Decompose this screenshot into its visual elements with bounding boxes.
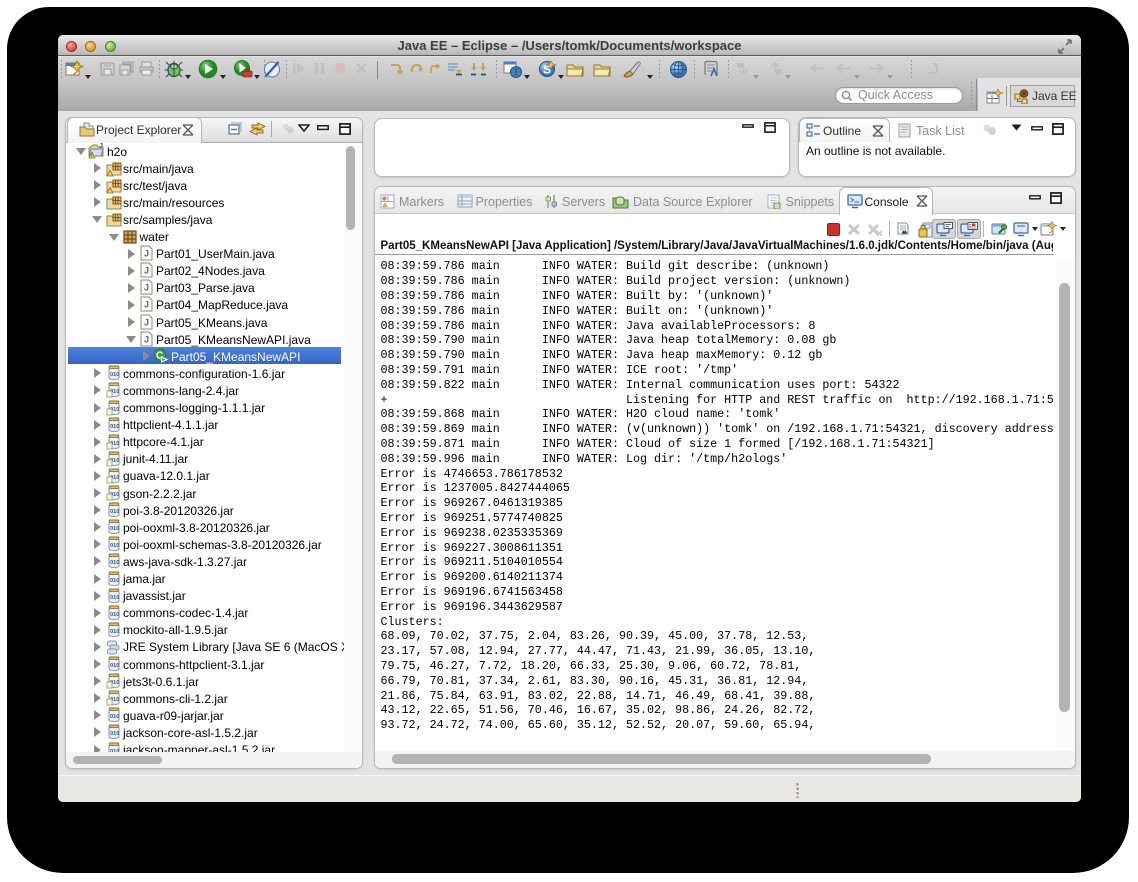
svg-text:010: 010 xyxy=(110,731,119,737)
svg-text:010: 010 xyxy=(110,595,119,601)
svg-text:J: J xyxy=(144,249,149,259)
svg-text:010: 010 xyxy=(110,372,119,378)
svg-text:J: J xyxy=(144,334,149,344)
svg-text:J: J xyxy=(144,283,149,293)
svg-text:J: J xyxy=(144,266,149,276)
svg-text:010: 010 xyxy=(110,526,119,532)
svg-text:010: 010 xyxy=(110,714,119,720)
svg-text:010: 010 xyxy=(110,578,119,584)
svg-text:010: 010 xyxy=(110,663,119,669)
svg-text:J: J xyxy=(144,317,149,327)
svg-text:010: 010 xyxy=(110,424,119,430)
svg-text:010: 010 xyxy=(110,629,119,635)
svg-text:010: 010 xyxy=(110,560,119,566)
svg-text:010: 010 xyxy=(110,509,119,515)
svg-text:J: J xyxy=(99,143,103,150)
svg-text:J: J xyxy=(144,300,149,310)
svg-text:010: 010 xyxy=(110,612,119,618)
svg-text:010: 010 xyxy=(110,543,119,549)
